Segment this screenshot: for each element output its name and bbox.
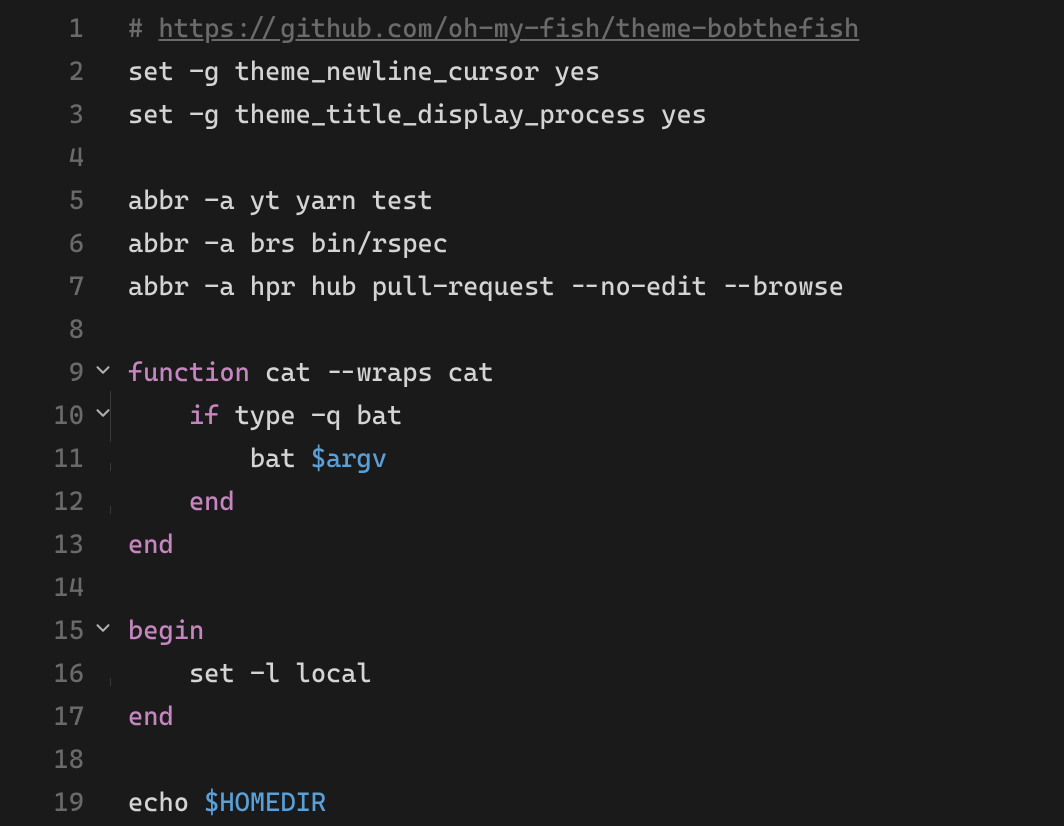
code-content[interactable]: if type -q bat (128, 395, 1064, 438)
token-builtin: echo (128, 788, 189, 818)
line-number: 13 (0, 524, 92, 567)
code-line[interactable]: 11 bat $argv (0, 438, 1064, 481)
token-builtin: abbr (128, 186, 189, 216)
code-content[interactable]: set -g theme_newline_cursor yes (128, 51, 1064, 94)
token-keyword: end (189, 487, 235, 517)
code-content[interactable]: function cat --wraps cat (128, 352, 1064, 395)
token-var: $argv (311, 444, 387, 474)
token-builtin: abbr (128, 229, 189, 259)
code-content[interactable]: abbr -a brs bin/rspec (128, 223, 1064, 266)
code-editor[interactable]: 1 # https://github.com/oh-my-fish/theme-b… (0, 0, 1064, 825)
code-content[interactable]: end (128, 524, 1064, 567)
fold-toggle[interactable] (92, 352, 128, 395)
indentation (128, 444, 250, 474)
code-line[interactable]: 1 # https://github.com/oh-my-fish/theme-b… (0, 8, 1064, 51)
line-number: 9 (0, 352, 92, 395)
code-line[interactable]: 9 function cat --wraps cat (0, 352, 1064, 395)
indentation (128, 401, 189, 431)
line-number: 12 (0, 481, 92, 524)
code-line[interactable]: 19 echo $HOMEDIR (0, 782, 1064, 825)
code-content[interactable]: set -g theme_title_display_process yes (128, 94, 1064, 137)
token-text: -a yt yarn test (189, 186, 433, 216)
indent-guide (110, 391, 111, 442)
fold-toggle[interactable] (92, 395, 128, 438)
line-number: 6 (0, 223, 92, 266)
token-text: bat (250, 444, 311, 474)
token-keyword: end (128, 702, 174, 732)
code-content[interactable]: abbr -a hpr hub pull-request --no-edit -… (128, 266, 1064, 309)
line-number: 7 (0, 266, 92, 309)
code-line[interactable]: 14 (0, 567, 1064, 610)
token-text: type -q bat (219, 401, 402, 431)
code-line[interactable]: 12 end (0, 481, 1064, 524)
token-comment: # (128, 14, 158, 44)
token-text: -a brs bin/rspec (189, 229, 448, 259)
line-number: 11 (0, 438, 92, 481)
indentation (128, 487, 189, 517)
token-builtin: abbr (128, 272, 189, 302)
code-line[interactable]: 2 set -g theme_newline_cursor yes (0, 51, 1064, 94)
token-text (189, 788, 204, 818)
token-text: -g theme_title_display_process yes (174, 100, 707, 130)
line-number: 15 (0, 610, 92, 653)
token-keyword: function (128, 358, 250, 388)
indent-guide (110, 678, 111, 686)
line-number: 17 (0, 696, 92, 739)
code-line[interactable]: 10 if type -q bat (0, 395, 1064, 438)
token-builtin: set (128, 57, 174, 87)
chevron-down-icon (92, 610, 114, 653)
code-line[interactable]: 5 abbr -a yt yarn test (0, 180, 1064, 223)
code-line[interactable]: 6 abbr -a brs bin/rspec (0, 223, 1064, 266)
token-keyword: if (189, 401, 219, 431)
fold-toggle[interactable] (92, 610, 128, 653)
chevron-down-icon (92, 352, 114, 395)
code-content[interactable]: bat $argv (128, 438, 1064, 481)
code-content[interactable]: begin (128, 610, 1064, 653)
token-builtin: set (189, 659, 235, 689)
code-line[interactable]: 7 abbr -a hpr hub pull-request --no-edit … (0, 266, 1064, 309)
line-number: 19 (0, 782, 92, 825)
line-number: 16 (0, 653, 92, 696)
code-line[interactable]: 18 (0, 739, 1064, 782)
line-number: 8 (0, 309, 92, 352)
code-line[interactable]: 16 set -l local (0, 653, 1064, 696)
token-text: -a hpr hub pull-request --no-edit --brow… (189, 272, 844, 302)
line-number: 1 (0, 8, 92, 51)
token-var: $HOMEDIR (204, 788, 326, 818)
code-content[interactable]: echo $HOMEDIR (128, 782, 1064, 825)
code-line[interactable]: 15 begin (0, 610, 1064, 653)
token-url: https://github.com/oh-my-fish/theme-bobt… (158, 14, 859, 44)
code-line[interactable]: 13 end (0, 524, 1064, 567)
code-line[interactable]: 3 set -g theme_title_display_process yes (0, 94, 1064, 137)
line-number: 2 (0, 51, 92, 94)
code-content[interactable]: # https://github.com/oh-my-fish/theme-bo… (128, 8, 1064, 51)
code-content[interactable]: end (128, 696, 1064, 739)
token-keyword: end (128, 530, 174, 560)
code-content[interactable]: set -l local (128, 653, 1064, 696)
code-line[interactable]: 4 (0, 137, 1064, 180)
line-number: 5 (0, 180, 92, 223)
line-number: 4 (0, 137, 92, 180)
code-line[interactable]: 8 (0, 309, 1064, 352)
indent-guide (110, 463, 111, 471)
line-number: 10 (0, 395, 92, 438)
indent-guide (110, 506, 111, 514)
code-content[interactable]: end (128, 481, 1064, 524)
token-keyword: begin (128, 616, 204, 646)
token-text: cat --wraps cat (250, 358, 494, 388)
token-text: -l local (235, 659, 372, 689)
line-number: 14 (0, 567, 92, 610)
line-number: 18 (0, 739, 92, 782)
line-number: 3 (0, 94, 92, 137)
code-line[interactable]: 17 end (0, 696, 1064, 739)
indentation (128, 659, 189, 689)
token-text: -g theme_newline_cursor yes (174, 57, 601, 87)
code-content[interactable]: abbr -a yt yarn test (128, 180, 1064, 223)
token-builtin: set (128, 100, 174, 130)
